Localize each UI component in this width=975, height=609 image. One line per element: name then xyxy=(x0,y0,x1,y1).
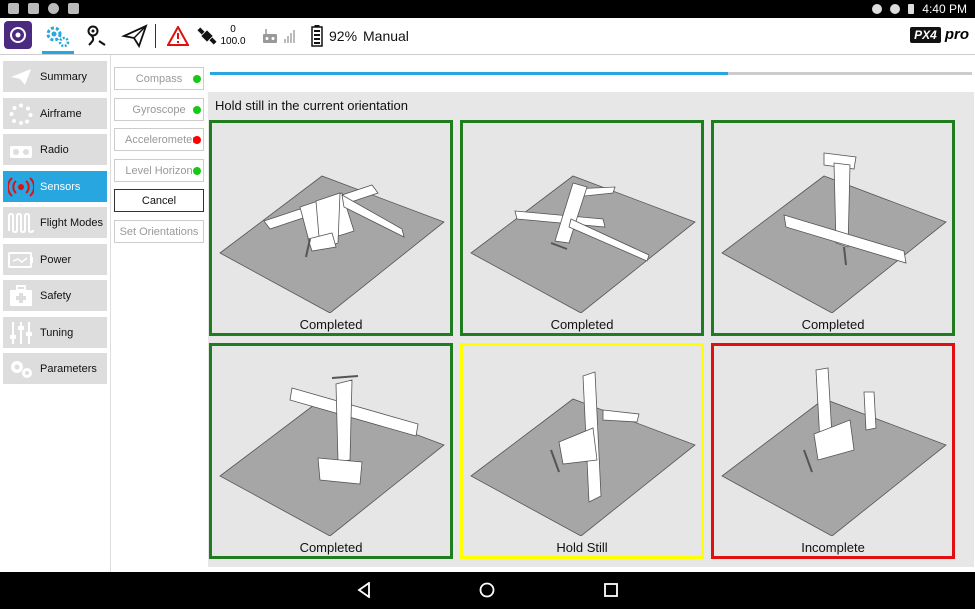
tile-status-label: Completed xyxy=(299,540,363,555)
sidebar-item-flight-modes[interactable]: Flight Modes xyxy=(3,207,107,238)
orientation-tile: Completed xyxy=(711,120,955,336)
sidebar-item-radio[interactable]: Radio xyxy=(3,134,107,165)
toolbar-separator xyxy=(155,24,156,48)
status-dot-ok xyxy=(193,106,201,114)
tile-status-label: Hold Still xyxy=(556,540,608,555)
battery-percentage: 92% xyxy=(329,28,358,44)
airframe-icon xyxy=(8,103,34,125)
battery-icon xyxy=(908,4,915,14)
compass-button-label: Compass xyxy=(135,72,183,85)
cancel-button[interactable]: Cancel xyxy=(114,189,204,212)
calibration-instruction: Hold still in the current orientation xyxy=(215,98,408,113)
plane-on-ground-illustration xyxy=(219,175,445,313)
system-icons: 4:40 PM xyxy=(872,2,967,16)
power-icon xyxy=(8,249,34,271)
gps-satellite-icon[interactable] xyxy=(196,22,218,50)
set-orientations-button[interactable]: Set Orientations xyxy=(114,220,204,243)
orientation-tile: Incomplete xyxy=(711,343,955,559)
flight-modes-icon xyxy=(8,212,34,234)
status-dot-ok xyxy=(193,167,201,175)
level-horizon-button[interactable]: Level Horizon xyxy=(114,159,204,182)
sidebar-item-safety[interactable]: Safety xyxy=(3,280,107,311)
tile-status-label: Completed xyxy=(550,317,614,332)
sidebar-item-label: Safety xyxy=(40,289,72,302)
battery-icon[interactable] xyxy=(310,22,324,50)
sidebar-item-summary[interactable]: Summary xyxy=(3,61,107,92)
android-icon xyxy=(68,3,79,14)
gears-icon xyxy=(8,358,34,380)
fly-view-icon[interactable] xyxy=(120,22,150,50)
sidebar-item-airframe[interactable]: Airframe xyxy=(3,98,107,129)
calibration-progress-fill xyxy=(210,72,729,75)
sensors-icon xyxy=(8,176,34,198)
gyroscope-button[interactable]: Gyroscope xyxy=(114,98,204,121)
app-icon xyxy=(48,3,59,14)
pro-text: pro xyxy=(944,26,969,43)
first-aid-kit-icon xyxy=(8,284,34,307)
notification-icons xyxy=(8,3,79,14)
tile-status-label: Completed xyxy=(299,317,363,332)
clock: 4:40 PM xyxy=(922,2,967,16)
px4-badge: PX4 xyxy=(910,26,941,43)
app-logo-button[interactable] xyxy=(4,21,32,49)
sidebar-item-sensors[interactable]: Sensors xyxy=(3,171,107,202)
plane-on-ground-illustration xyxy=(470,175,696,313)
gps-satellite-count: 0 xyxy=(230,24,236,35)
sidebar-item-power[interactable]: Power xyxy=(3,244,107,275)
tile-status-label: Completed xyxy=(801,317,865,332)
gps-hdop: 100.0 xyxy=(220,36,246,47)
sensor-calibration-list: Compass Gyroscope Accelerometer Level Ho… xyxy=(111,55,208,572)
dnd-icon xyxy=(872,4,883,14)
orientation-tile: Hold Still xyxy=(460,343,704,559)
orientation-tile: Completed xyxy=(460,120,704,336)
plan-view-icon[interactable] xyxy=(82,22,110,50)
sidebar-item-tuning[interactable]: Tuning xyxy=(3,317,107,348)
level-horizon-button-label: Level Horizon xyxy=(125,164,193,177)
back-icon[interactable] xyxy=(356,582,372,598)
plane-on-ground-illustration xyxy=(219,375,445,536)
sidebar-item-label: Sensors xyxy=(40,180,81,193)
calibration-progress-bar xyxy=(210,72,972,75)
plane-on-ground-illustration xyxy=(470,371,696,536)
sidebar-item-label: Power xyxy=(40,253,72,266)
android-status-bar: 4:40 PM xyxy=(0,0,975,18)
accelerometer-button[interactable]: Accelerometer xyxy=(114,128,204,151)
accelerometer-button-label: Accelerometer xyxy=(125,133,196,146)
android-navigation-bar xyxy=(0,572,975,609)
sidebar-item-label: Radio xyxy=(40,143,69,156)
plane-on-ground-illustration xyxy=(721,152,947,313)
wifi-icon xyxy=(890,4,901,14)
gps-status: 0 100.0 xyxy=(220,24,246,48)
sidebar-item-parameters[interactable]: Parameters xyxy=(3,353,107,384)
sidebar-item-label: Flight Modes xyxy=(40,216,103,229)
gear-icon[interactable] xyxy=(42,22,72,50)
px4-pro-logo: PX4 pro xyxy=(910,26,969,43)
notification-icon xyxy=(8,3,19,14)
gyroscope-button-label: Gyroscope xyxy=(132,103,186,116)
mail-icon xyxy=(28,3,39,14)
sidebar-item-label: Airframe xyxy=(40,107,82,120)
orientation-tile: Completed xyxy=(209,120,453,336)
sliders-icon xyxy=(8,321,34,344)
orientation-tile: Completed xyxy=(209,343,453,559)
warning-icon[interactable] xyxy=(166,22,190,50)
sidebar-item-label: Summary xyxy=(40,70,88,83)
tile-status-label: Incomplete xyxy=(801,540,865,555)
main-toolbar: 0 100.0 92% Manual PX4 pro xyxy=(0,18,975,55)
plane-on-ground-illustration xyxy=(721,367,947,536)
setup-sidebar: Summary Airframe Radio Sensors Flight Mo… xyxy=(0,55,110,572)
status-dot-ok xyxy=(193,75,201,83)
compass-button[interactable]: Compass xyxy=(114,67,204,90)
active-view-indicator xyxy=(42,51,74,54)
radio-controller-icon xyxy=(8,139,34,161)
sidebar-item-label: Tuning xyxy=(40,326,74,339)
paper-plane-icon xyxy=(8,66,34,88)
flight-mode-selector[interactable]: Manual xyxy=(363,28,409,44)
sidebar-item-label: Parameters xyxy=(40,362,97,375)
home-icon[interactable] xyxy=(479,582,495,598)
recents-icon[interactable] xyxy=(603,582,619,598)
rssi-signal-icon xyxy=(283,22,297,50)
status-dot-error xyxy=(193,136,201,144)
rc-transmitter-icon[interactable] xyxy=(260,22,280,50)
